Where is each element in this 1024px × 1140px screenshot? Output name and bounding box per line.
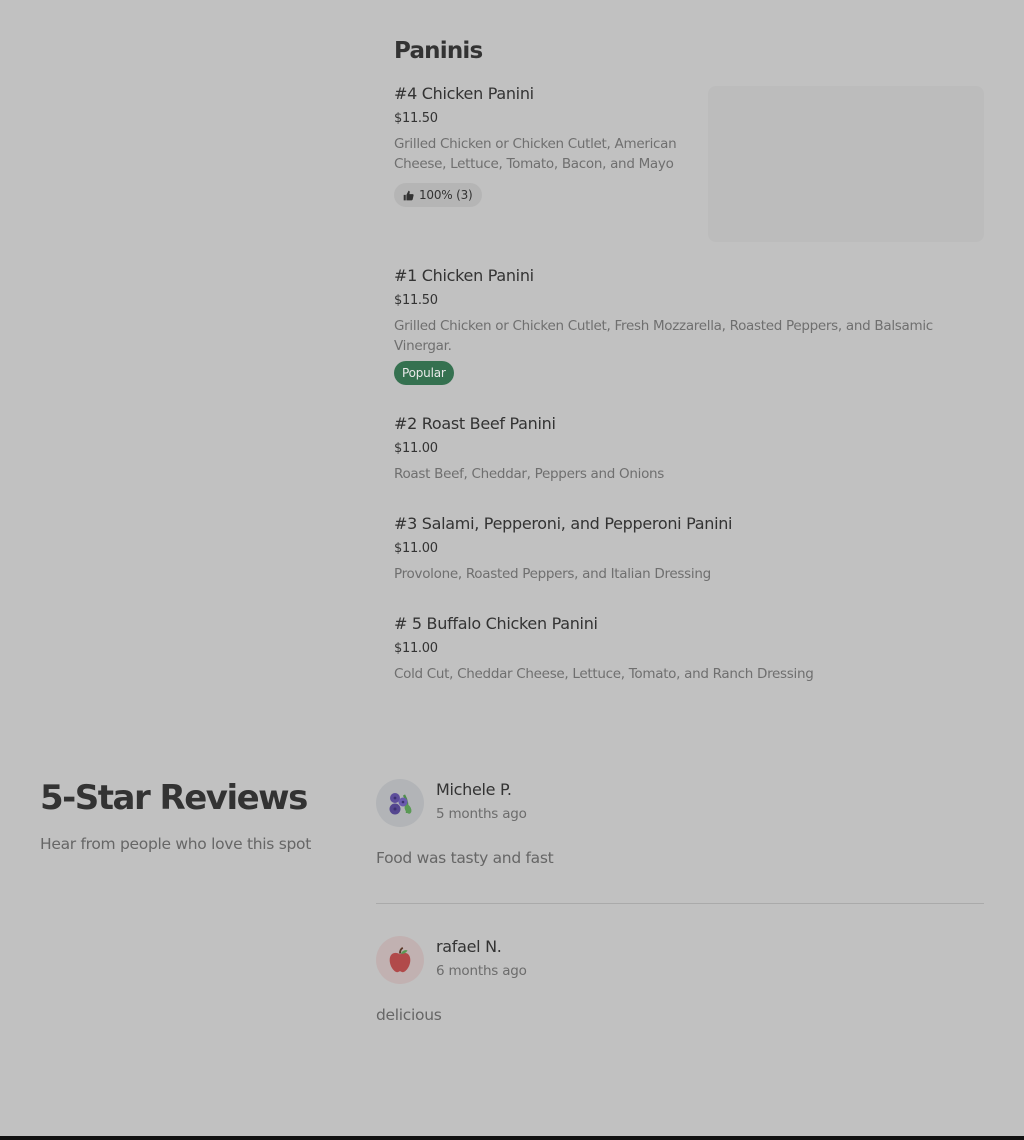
avatar [376, 936, 424, 984]
item-price: $11.00 [394, 541, 438, 556]
item-name: #2 Roast Beef Panini [394, 414, 556, 433]
reviewer-name: rafael N. [436, 937, 502, 956]
menu-item[interactable]: #4 Chicken Panini $11.50 Grilled Chicken… [394, 84, 694, 207]
item-name: #4 Chicken Panini [394, 84, 534, 103]
review-divider [376, 903, 984, 904]
rating-text: 100% (3) [419, 188, 473, 202]
apple-icon [385, 945, 415, 975]
item-price: $11.50 [394, 293, 438, 308]
review-date: 5 months ago [436, 806, 527, 822]
item-price: $11.00 [394, 641, 438, 656]
blueberries-icon [384, 787, 416, 819]
reviews-subtitle: Hear from people who love this spot [40, 835, 311, 853]
thumbs-up-icon [403, 190, 414, 201]
section-title: Paninis [394, 38, 483, 64]
review-text: delicious [376, 1006, 442, 1024]
item-name: # 5 Buffalo Chicken Panini [394, 614, 598, 633]
menu-item[interactable]: #1 Chicken Panini $11.50 Grilled Chicken… [394, 266, 964, 385]
item-description: Grilled Chicken or Chicken Cutlet, Fresh… [394, 318, 933, 354]
item-name: #3 Salami, Pepperoni, and Pepperoni Pani… [394, 514, 733, 533]
review-date: 6 months ago [436, 963, 527, 979]
item-price: $11.50 [394, 111, 438, 126]
menu-item[interactable]: #3 Salami, Pepperoni, and Pepperoni Pani… [394, 514, 984, 584]
reviews-title: 5-Star Reviews [40, 778, 308, 818]
item-description: Cold Cut, Cheddar Cheese, Lettuce, Tomat… [394, 666, 814, 682]
item-name: #1 Chicken Panini [394, 266, 534, 285]
item-description: Grilled Chicken or Chicken Cutlet, Ameri… [394, 136, 677, 172]
reviewer-name: Michele P. [436, 780, 512, 799]
popular-badge: Popular [394, 361, 454, 385]
rating-badge: 100% (3) [394, 183, 482, 207]
item-description: Provolone, Roasted Peppers, and Italian … [394, 566, 711, 582]
footer-edge [0, 1136, 1024, 1140]
menu-item[interactable]: #2 Roast Beef Panini $11.00 Roast Beef, … [394, 414, 984, 484]
item-description: Roast Beef, Cheddar, Peppers and Onions [394, 466, 665, 482]
menu-item[interactable]: # 5 Buffalo Chicken Panini $11.00 Cold C… [394, 614, 984, 684]
item-price: $11.00 [394, 441, 438, 456]
item-image[interactable] [708, 86, 984, 242]
review-text: Food was tasty and fast [376, 849, 554, 867]
avatar [376, 779, 424, 827]
